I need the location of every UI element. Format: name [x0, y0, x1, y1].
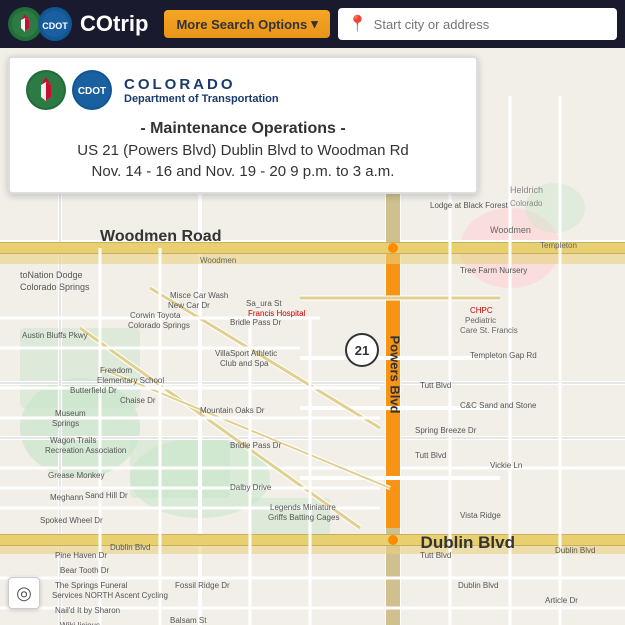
svg-text:Dublin Blvd: Dublin Blvd: [555, 546, 595, 555]
svg-text:Tutt Blvd: Tutt Blvd: [420, 381, 451, 390]
svg-text:Bridle Pass Dr: Bridle Pass Dr: [230, 441, 281, 450]
highway-number: 21: [355, 343, 369, 358]
svg-text:CDOT: CDOT: [78, 86, 106, 97]
svg-text:Springs: Springs: [52, 419, 79, 428]
svg-text:Vickie Ln: Vickie Ln: [490, 461, 522, 470]
cdot-name: COLORADO: [124, 76, 279, 93]
svg-text:Dublin Blvd: Dublin Blvd: [458, 581, 498, 590]
svg-text:Meghann: Meghann: [50, 493, 83, 502]
svg-text:Pine Haven Dr: Pine Haven Dr: [55, 551, 107, 560]
svg-text:Tree Farm Nursery: Tree Farm Nursery: [460, 266, 527, 275]
svg-text:Butterfield Dr: Butterfield Dr: [70, 386, 117, 395]
search-options-label: More Search Options: [176, 17, 307, 32]
svg-text:Dalby Drive: Dalby Drive: [230, 483, 272, 492]
svg-text:Spring Breeze Dr: Spring Breeze Dr: [415, 426, 477, 435]
svg-text:Care St. Francis: Care St. Francis: [460, 326, 518, 335]
svg-text:Grease Monkey: Grease Monkey: [48, 471, 104, 480]
cdot-subtitle: Department of Transportation: [124, 93, 279, 105]
svg-text:Chaise Dr: Chaise Dr: [120, 396, 156, 405]
svg-text:Griffs Batting Cages: Griffs Batting Cages: [268, 513, 339, 522]
highway-shield: 21: [345, 333, 379, 367]
cdot-logo-green: [26, 70, 66, 110]
svg-text:Balsam St: Balsam St: [170, 616, 207, 625]
svg-text:Bear Tooth Dr: Bear Tooth Dr: [60, 566, 110, 575]
svg-text:Woodmen: Woodmen: [200, 256, 236, 265]
svg-text:toNation Dodge: toNation Dodge: [20, 270, 83, 280]
svg-text:Sand Hill Dr: Sand Hill Dr: [85, 491, 128, 500]
svg-text:Lodge at Black Forest: Lodge at Black Forest: [430, 201, 509, 210]
svg-text:Templeton Gap Rd: Templeton Gap Rd: [470, 351, 537, 360]
locate-icon: ◎: [16, 583, 32, 604]
svg-text:VillaSport Athletic: VillaSport Athletic: [215, 349, 277, 358]
locate-button[interactable]: ◎: [8, 577, 40, 609]
drive-button[interactable]: ▶ Driv...: [574, 8, 617, 22]
svg-text:Corwin Toyota: Corwin Toyota: [130, 311, 181, 320]
svg-text:Heldrich: Heldrich: [510, 185, 543, 195]
svg-text:Spoked Wheel Dr: Spoked Wheel Dr: [40, 516, 103, 525]
svg-text:Article Dr: Article Dr: [545, 596, 578, 605]
dublin-blvd-label: Dublin Blvd: [421, 533, 515, 553]
svg-text:C&C Sand and Stone: C&C Sand and Stone: [460, 401, 537, 410]
logo-area: CDOT COtrip: [8, 7, 148, 41]
cdot-logo: CDOT: [26, 70, 112, 110]
svg-text:Austin Bluffs Pkwy: Austin Bluffs Pkwy: [22, 331, 88, 340]
svg-text:Vista Ridge: Vista Ridge: [460, 511, 501, 520]
logo-circle-blue: CDOT: [38, 7, 72, 41]
svg-text:Wagon Trails: Wagon Trails: [50, 436, 96, 445]
svg-text:Fossil Ridge Dr: Fossil Ridge Dr: [175, 581, 230, 590]
svg-text:Nail'd It by Sharon: Nail'd It by Sharon: [55, 606, 120, 615]
svg-text:Colorado Springs: Colorado Springs: [128, 321, 190, 330]
search-input[interactable]: [374, 17, 607, 32]
info-panel-header: CDOT COLORADO Department of Transportati…: [26, 70, 460, 110]
svg-text:Sa_ura St: Sa_ura St: [246, 299, 282, 308]
svg-text:Recreation Association: Recreation Association: [45, 446, 126, 455]
svg-text:Woodmen: Woodmen: [490, 225, 531, 235]
maintenance-road: US 21 (Powers Blvd) Dublin Blvd to Woodm…: [26, 142, 460, 159]
svg-text:Dublin Blvd: Dublin Blvd: [110, 543, 150, 552]
logo-circle-green: [8, 7, 42, 41]
svg-text:Colorado Springs: Colorado Springs: [20, 282, 90, 292]
map-container: Woodmen Woodmen toNation Dodge Colorado …: [0, 48, 625, 625]
powers-blvd-label: Powers Blvd: [388, 336, 403, 416]
svg-text:New Car Dr: New Car Dr: [168, 301, 210, 310]
svg-text:Pediatric: Pediatric: [465, 316, 496, 325]
svg-text:Freedom: Freedom: [100, 366, 132, 375]
maintenance-dates: Nov. 14 - 16 and Nov. 19 - 20 9 p.m. to …: [26, 163, 460, 180]
svg-text:CHPC: CHPC: [470, 306, 493, 315]
svg-text:Museum: Museum: [55, 409, 86, 418]
svg-text:CDOT: CDOT: [42, 21, 68, 31]
svg-text:Francis Hospital: Francis Hospital: [248, 309, 306, 318]
svg-text:Tutt Blvd: Tutt Blvd: [415, 451, 446, 460]
cdot-text: COLORADO Department of Transportation: [124, 76, 279, 105]
svg-text:Templeton: Templeton: [540, 241, 577, 250]
svg-text:Mountain Oaks Dr: Mountain Oaks Dr: [200, 406, 265, 415]
svg-text:Misce Car Wash: Misce Car Wash: [170, 291, 228, 300]
svg-text:Wiki-licious: Wiki-licious: [60, 621, 100, 625]
site-title: COtrip: [80, 11, 148, 37]
app-header: CDOT COtrip More Search Options ▾ 📍 ▶ Dr…: [0, 0, 625, 48]
info-panel: CDOT COLORADO Department of Transportati…: [8, 56, 478, 194]
svg-text:Club and Spa: Club and Spa: [220, 359, 269, 368]
search-options-button[interactable]: More Search Options ▾: [164, 10, 329, 38]
svg-text:Bridle Pass Dr: Bridle Pass Dr: [230, 318, 281, 327]
maintenance-title: - Maintenance Operations -: [26, 120, 460, 138]
cdot-logo-blue: CDOT: [72, 70, 112, 110]
svg-text:Legends Miniature: Legends Miniature: [270, 503, 336, 512]
svg-text:The Springs Funeral: The Springs Funeral: [55, 581, 128, 590]
info-panel-body: - Maintenance Operations - US 21 (Powers…: [26, 120, 460, 180]
svg-text:Elementary School: Elementary School: [97, 376, 164, 385]
svg-text:Services NORTH Ascent Cycling: Services NORTH Ascent Cycling: [52, 591, 168, 600]
dropdown-arrow-icon: ▾: [311, 16, 318, 32]
location-pin-icon: 📍: [348, 14, 368, 34]
svg-text:Colorado: Colorado: [510, 199, 543, 208]
